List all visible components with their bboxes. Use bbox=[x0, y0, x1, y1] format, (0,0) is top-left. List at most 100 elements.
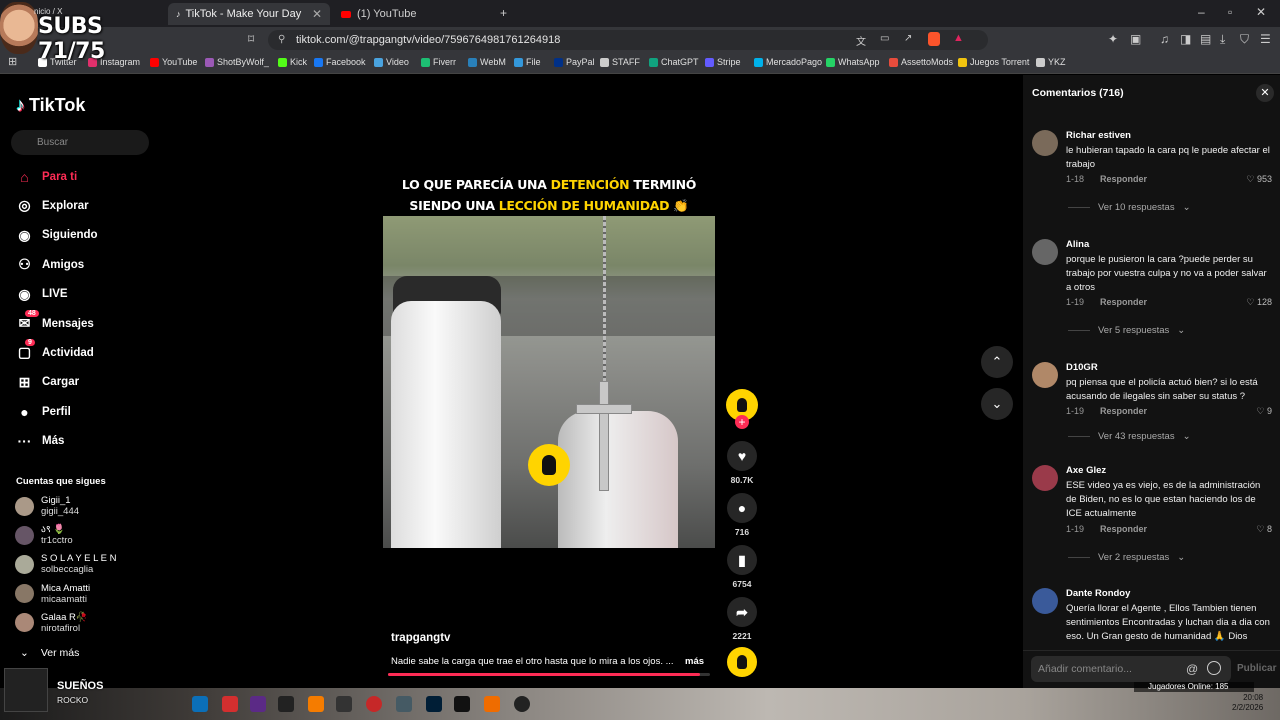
nav-item-messages[interactable]: ✉ 48 Mensajes bbox=[16, 310, 94, 332]
nav-item-home[interactable]: ⌂ Para ti bbox=[16, 168, 77, 185]
reply-button[interactable]: Responder bbox=[1100, 174, 1147, 184]
brave-shield-icon[interactable] bbox=[928, 32, 940, 46]
music-icon[interactable]: ♫ bbox=[1160, 32, 1169, 46]
nav-item-profile[interactable]: ● Perfil bbox=[16, 403, 71, 420]
bookmark-youtube[interactable]: YouTube bbox=[150, 57, 197, 67]
share-button[interactable]: ➦ 2221 bbox=[727, 597, 757, 641]
install-icon[interactable]: ▭ bbox=[880, 33, 889, 44]
followed-account[interactable]: Galaa R🥀 nirotafirol bbox=[15, 612, 88, 634]
app-icon[interactable] bbox=[336, 696, 352, 712]
reply-button[interactable]: Responder bbox=[1100, 524, 1147, 534]
minimize-icon[interactable]: – bbox=[1198, 5, 1205, 19]
nav-item-friends[interactable]: ⚇ Amigos bbox=[16, 256, 84, 273]
video-player[interactable] bbox=[383, 216, 715, 548]
download-icon[interactable]: ⤓ bbox=[1220, 32, 1225, 47]
avatar[interactable] bbox=[1032, 465, 1058, 491]
previous-video-button[interactable]: ⌃ bbox=[981, 346, 1013, 378]
url-field[interactable]: ⚲ tiktok.com/@trapgangtv/video/759676498… bbox=[268, 30, 988, 50]
bookmark-facebook[interactable]: Facebook bbox=[314, 57, 366, 67]
bookmark-icon[interactable]: ⌑ bbox=[248, 32, 254, 46]
photoshop-icon[interactable] bbox=[426, 696, 442, 712]
comment-like-button[interactable]: ♡ 128 bbox=[1246, 297, 1272, 308]
site-info-icon[interactable]: ⚲ bbox=[278, 34, 285, 45]
epic-games-icon[interactable] bbox=[454, 696, 470, 712]
app-icon[interactable] bbox=[250, 696, 266, 712]
avatar[interactable] bbox=[1032, 362, 1058, 388]
followed-account[interactable]: S O L A Y E L E Nsolbeccaglia bbox=[15, 553, 117, 575]
new-tab-icon[interactable]: + bbox=[500, 6, 507, 20]
bookmark-mercadopago[interactable]: MercadoPago bbox=[754, 57, 822, 67]
comment-author[interactable]: Richar estiven bbox=[1066, 130, 1131, 141]
app-icon[interactable] bbox=[484, 696, 500, 712]
save-button[interactable]: ▮ 6754 bbox=[727, 545, 757, 589]
avatar[interactable] bbox=[1032, 239, 1058, 265]
reply-button[interactable]: Responder bbox=[1100, 297, 1147, 307]
nav-item-compass[interactable]: ◎ Explorar bbox=[16, 197, 88, 214]
bookmark-shotbywolf[interactable]: ShotByWolf_ bbox=[205, 57, 269, 67]
view-replies-link[interactable]: Ver 5 respuestas ⌄ bbox=[1068, 325, 1185, 336]
view-replies-link[interactable]: Ver 43 respuestas ⌄ bbox=[1068, 431, 1191, 442]
app-icon[interactable] bbox=[366, 696, 382, 712]
apps-grid-icon[interactable]: ⊞ bbox=[8, 55, 17, 68]
menu-icon[interactable]: ☰ bbox=[1260, 32, 1271, 46]
steam-icon[interactable] bbox=[192, 696, 208, 712]
extensions-icon[interactable]: ✦ bbox=[1108, 32, 1118, 46]
bookmark-assettomods[interactable]: AssettoMods bbox=[889, 57, 953, 67]
view-replies-link[interactable]: Ver 2 respuestas ⌄ bbox=[1068, 552, 1185, 563]
nav-item-activity[interactable]: ▢ 9 Actividad bbox=[16, 339, 94, 361]
avatar[interactable] bbox=[1032, 130, 1058, 156]
sidebar-icon[interactable]: ◨ bbox=[1180, 32, 1191, 46]
video-progress-bar[interactable] bbox=[388, 673, 710, 676]
next-video-button[interactable]: ⌄ bbox=[981, 388, 1013, 420]
share-icon[interactable]: ↗ bbox=[904, 33, 912, 44]
maximize-icon[interactable]: ▫ bbox=[1228, 5, 1232, 19]
emoji-icon[interactable] bbox=[1207, 661, 1221, 675]
followed-account[interactable]: Mica Amatti micaamatti bbox=[15, 583, 90, 605]
close-comments-icon[interactable]: ✕ bbox=[1256, 84, 1274, 102]
sound-disc-button[interactable] bbox=[727, 647, 757, 677]
bookmark-staff[interactable]: STAFF bbox=[600, 57, 640, 67]
nav-item-following[interactable]: ◉ Siguiendo bbox=[16, 227, 97, 244]
bookmark-file[interactable]: File bbox=[514, 57, 541, 67]
comment-input[interactable] bbox=[1031, 656, 1231, 682]
vpn-icon[interactable]: ⛉ bbox=[1240, 32, 1249, 47]
comment-like-button[interactable]: ♡ 953 bbox=[1246, 174, 1272, 185]
mention-icon[interactable]: @ bbox=[1186, 662, 1198, 676]
nav-item-upload[interactable]: ⊞ Cargar bbox=[16, 374, 79, 391]
follow-plus-icon[interactable]: + bbox=[735, 415, 749, 429]
video-author[interactable]: trapgangtv bbox=[391, 632, 450, 644]
comment-button[interactable]: ● 716 bbox=[727, 493, 757, 537]
like-button[interactable]: ♥ 80.7K bbox=[727, 441, 757, 485]
comment-author[interactable]: D10GR bbox=[1066, 362, 1098, 373]
comment-author[interactable]: Dante Rondoy bbox=[1066, 588, 1130, 599]
app-icon[interactable] bbox=[222, 696, 238, 712]
bookmark-ykz[interactable]: YKZ bbox=[1036, 57, 1066, 67]
description-more-link[interactable]: más bbox=[685, 656, 704, 667]
comment-like-button[interactable]: ♡ 8 bbox=[1256, 524, 1272, 535]
window-close-icon[interactable]: ✕ bbox=[1256, 5, 1266, 19]
followed-account[interactable]: Gigii_1 gigii_444 bbox=[15, 495, 79, 517]
see-more-link[interactable]: ⌄ Ver más bbox=[20, 647, 79, 659]
tiktok-logo[interactable]: ♪ TikTok bbox=[16, 95, 85, 116]
avatar[interactable] bbox=[1032, 588, 1058, 614]
screenshot-icon[interactable]: ▣ bbox=[1130, 32, 1141, 46]
bookmark-stripe[interactable]: Stripe bbox=[705, 57, 741, 67]
nav-item-live[interactable]: ◉ LIVE bbox=[16, 286, 67, 303]
nav-item-more[interactable]: ··· Más bbox=[16, 433, 65, 450]
tab-tiktok[interactable]: ♪ TikTok - Make Your Day ✕ bbox=[168, 3, 330, 25]
bookmark-webm[interactable]: WebM bbox=[468, 57, 506, 67]
tab-close-icon[interactable]: ✕ bbox=[312, 7, 322, 21]
post-comment-button[interactable]: Publicar bbox=[1237, 663, 1276, 674]
bookmark-fiverr[interactable]: Fiverr bbox=[421, 57, 456, 67]
bookmark-video[interactable]: Video bbox=[374, 57, 409, 67]
bookmark-whatsapp[interactable]: WhatsApp bbox=[826, 57, 880, 67]
app-icon[interactable] bbox=[396, 696, 412, 712]
bookmark-chatgpt[interactable]: ChatGPT bbox=[649, 57, 699, 67]
view-replies-link[interactable]: Ver 10 respuestas ⌄ bbox=[1068, 202, 1191, 213]
tab-youtube[interactable]: (1) YouTube bbox=[333, 3, 495, 25]
search-input[interactable]: Buscar bbox=[11, 130, 149, 155]
translate-icon[interactable]: 文 bbox=[856, 33, 866, 48]
rewards-icon[interactable]: ▲ bbox=[953, 32, 964, 44]
bookmark-kick[interactable]: Kick bbox=[278, 57, 307, 67]
followed-account[interactable]: ა९ 🌷 tr1cctro bbox=[15, 524, 73, 546]
